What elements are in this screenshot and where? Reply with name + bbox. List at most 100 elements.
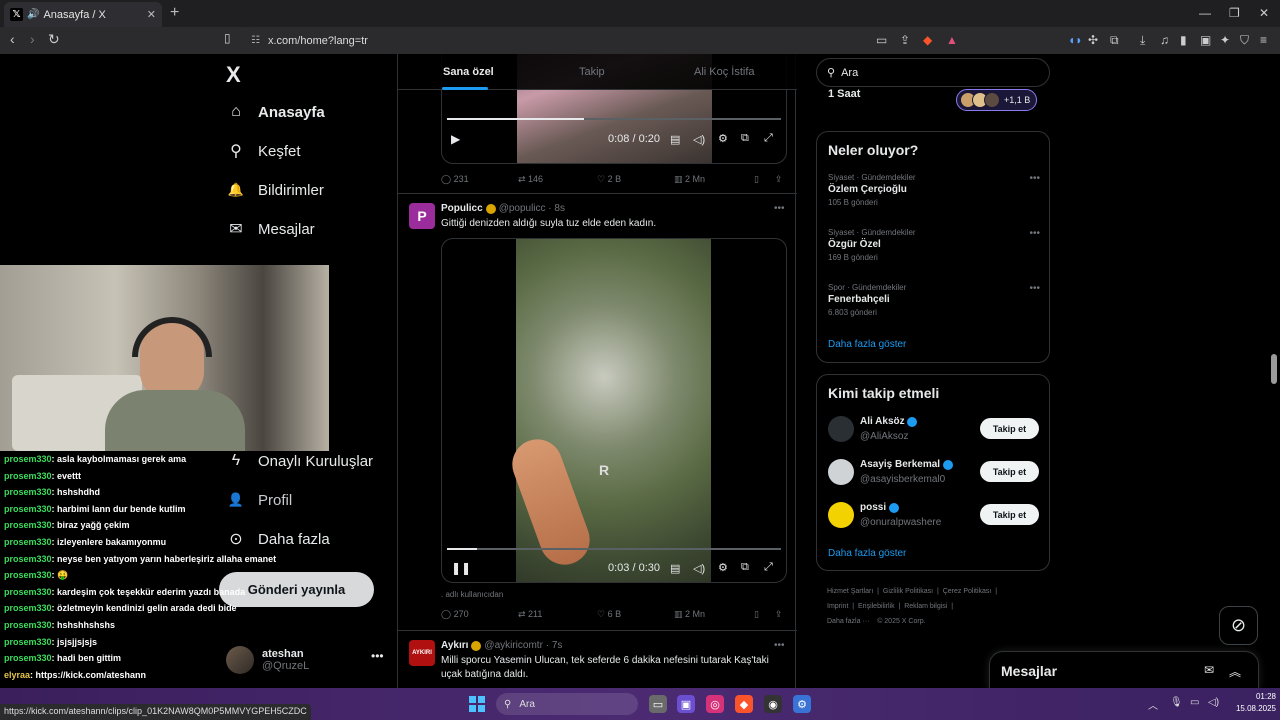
views-button[interactable]: ▥ 2 Mn [674, 609, 705, 620]
brave-rewards-icon[interactable]: ▲ [946, 33, 958, 47]
tweet-time[interactable]: 7s [552, 640, 563, 651]
live-space-pill[interactable]: +1,1 B [956, 89, 1037, 111]
footer-link[interactable]: Erişilebilirlik [858, 603, 895, 610]
media-attribution[interactable]: . adlı kullanıcıdan [441, 588, 786, 602]
teams-icon[interactable]: ▣ [677, 695, 695, 713]
search-input[interactable]: ⚲ Ara [816, 58, 1050, 87]
download-icon[interactable]: ⤓ [1140, 33, 1145, 48]
settings-icon[interactable]: ⚙ [718, 561, 728, 574]
site-settings-icon[interactable]: ☷ [251, 35, 260, 46]
nav-item-notifications[interactable]: 🔔 Bildirimler [226, 178, 324, 202]
page-scrollbar[interactable] [1271, 54, 1277, 688]
media-icon[interactable]: ♫ [1160, 33, 1169, 47]
leo-ai-icon[interactable]: ✦ [1220, 33, 1230, 47]
tweet-more-icon[interactable]: ••• [774, 203, 785, 214]
start-button[interactable] [469, 696, 485, 712]
share-button[interactable]: ⇪ [775, 609, 783, 620]
trend-item[interactable]: Siyaset · Gündemdekiler Özlem Çerçioğlu … [828, 173, 1040, 207]
grok-button[interactable]: ⊘ [1219, 606, 1258, 645]
suggested-user[interactable]: possi @onuralpwashere Takip et [828, 502, 1040, 532]
close-window-button[interactable]: ✕ [1259, 6, 1269, 20]
like-button[interactable]: ♡ 6 B [597, 609, 621, 620]
brave-browser-icon[interactable]: ◆ [735, 695, 753, 713]
author-handle[interactable]: @aykiricomtr [484, 640, 543, 651]
video-progress-bar[interactable] [447, 118, 781, 120]
suggested-user[interactable]: Asayiş Berkemal @asayisberkemal0 Takip e… [828, 459, 1040, 489]
account-switcher[interactable]: ateshan @QruzeL ••• [226, 643, 386, 677]
sidebar-icon[interactable]: ▮ [1180, 33, 1187, 47]
footer-link[interactable]: Imprint [827, 603, 848, 610]
pip-icon[interactable]: ⧉ [741, 561, 749, 574]
pause-icon[interactable]: ❚❚ [451, 561, 471, 575]
captions-icon[interactable]: ▤ [670, 133, 680, 146]
speaker-icon[interactable]: 🔊 [27, 9, 39, 20]
share-icon[interactable]: ⇪ [900, 33, 910, 47]
tab-following[interactable]: Takip [579, 66, 605, 78]
trend-item[interactable]: Siyaset · Gündemdekiler Özgür Özel 169 B… [828, 228, 1040, 262]
tab-ali-koc-istifa[interactable]: Ali Koç İstifa [694, 66, 755, 78]
minimize-button[interactable]: — [1199, 6, 1211, 20]
audio-playing-icon[interactable]: ◖◗ [1068, 33, 1083, 47]
address-bar[interactable]: ☷ x.com/home?lang=tr [243, 30, 970, 51]
bookmark-button[interactable]: ▯ [754, 174, 759, 185]
video-progress-bar[interactable] [447, 548, 781, 550]
new-message-icon[interactable]: ✉ [1204, 663, 1214, 677]
tweet-time[interactable]: 8s [554, 203, 565, 214]
footer-link[interactable]: Çerez Politikası [943, 588, 992, 595]
bookmark-button[interactable]: ▯ [754, 609, 759, 620]
nav-item-verified-orgs[interactable]: ϟ Onaylı Kuruluşlar [226, 449, 373, 473]
volume-tray-icon[interactable]: ◁) [1208, 697, 1219, 708]
footer-link[interactable]: Hizmet Şartları [827, 588, 873, 595]
footer-link[interactable]: Daha fazla ··· [827, 618, 869, 625]
trends-show-more-link[interactable]: Daha fazla göster [828, 339, 906, 350]
messages-drawer[interactable]: Mesajlar ✉ ︽ [989, 651, 1259, 688]
instagram-icon[interactable]: ◎ [706, 695, 724, 713]
tweet-video-player[interactable]: R ❚❚ 0:03 / 0:30 ▤ ◁) ⚙ ⧉ ⤢ [441, 238, 787, 583]
extensions-icon[interactable]: ✣ [1088, 33, 1098, 47]
maximize-button[interactable]: ❐ [1229, 6, 1240, 20]
tab-close-icon[interactable]: ✕ [147, 8, 156, 21]
volume-icon[interactable]: ◁) [693, 133, 705, 146]
settings-icon[interactable]: ⚙ [718, 132, 728, 145]
reload-icon[interactable]: ↻ [48, 31, 60, 48]
cast-icon[interactable]: ▭ [876, 33, 887, 47]
trend-more-icon[interactable]: ••• [1029, 173, 1040, 184]
task-view-icon[interactable]: ▭ [649, 695, 667, 713]
fullscreen-icon[interactable]: ⤢ [764, 561, 773, 574]
tab-for-you[interactable]: Sana özel [443, 66, 494, 78]
trend-more-icon[interactable]: ••• [1029, 283, 1040, 294]
trend-more-icon[interactable]: ••• [1029, 228, 1040, 239]
play-icon[interactable]: ▶ [451, 132, 460, 146]
reply-button[interactable]: ◯ 270 [441, 609, 469, 620]
footer-link[interactable]: Reklam bilgisi [904, 603, 947, 610]
nav-item-home[interactable]: ⌂ Anasayfa [226, 100, 325, 124]
bookmark-icon[interactable]: ▯ [224, 31, 231, 45]
puzzle-icon[interactable]: ⧉ [1110, 33, 1119, 48]
new-tab-button[interactable]: + [170, 4, 179, 22]
menu-icon[interactable]: ≡ [1260, 33, 1267, 47]
fullscreen-icon[interactable]: ⤢ [764, 132, 773, 145]
taskbar-search[interactable]: ⚲ Ara [496, 693, 638, 715]
obs-icon[interactable]: ◉ [764, 695, 782, 713]
account-more-icon[interactable]: ••• [371, 649, 384, 663]
repost-button[interactable]: ⇄ 211 [518, 609, 542, 620]
settings-app-icon[interactable]: ⚙ [793, 695, 811, 713]
nav-item-messages[interactable]: ✉ Mesajlar [226, 217, 314, 241]
views-button[interactable]: ▥ 2 Mn [674, 174, 705, 185]
back-icon[interactable]: ‹ [10, 31, 15, 47]
volume-icon[interactable]: ◁) [693, 562, 705, 575]
wallet-icon[interactable]: ▣ [1200, 33, 1211, 47]
like-button[interactable]: ♡ 2 B [597, 174, 621, 185]
vpn-icon[interactable]: ⛉ [1240, 33, 1249, 48]
author-name[interactable]: Aykırı [441, 640, 468, 651]
avatar[interactable]: AYKIRI [409, 640, 435, 666]
microphone-icon[interactable]: 🎙 [1170, 697, 1183, 708]
nav-item-more[interactable]: ⊙ Daha fazla [226, 527, 329, 551]
pip-icon[interactable]: ⧉ [741, 132, 749, 145]
follow-button[interactable]: Takip et [980, 504, 1039, 525]
follow-button[interactable]: Takip et [980, 461, 1039, 482]
browser-tab[interactable]: 𝕏 🔊 Anasayfa / X ✕ [4, 2, 162, 27]
author-handle[interactable]: @populicc [499, 203, 546, 214]
forward-icon[interactable]: › [30, 31, 35, 47]
tweet-more-icon[interactable]: ••• [774, 640, 785, 651]
